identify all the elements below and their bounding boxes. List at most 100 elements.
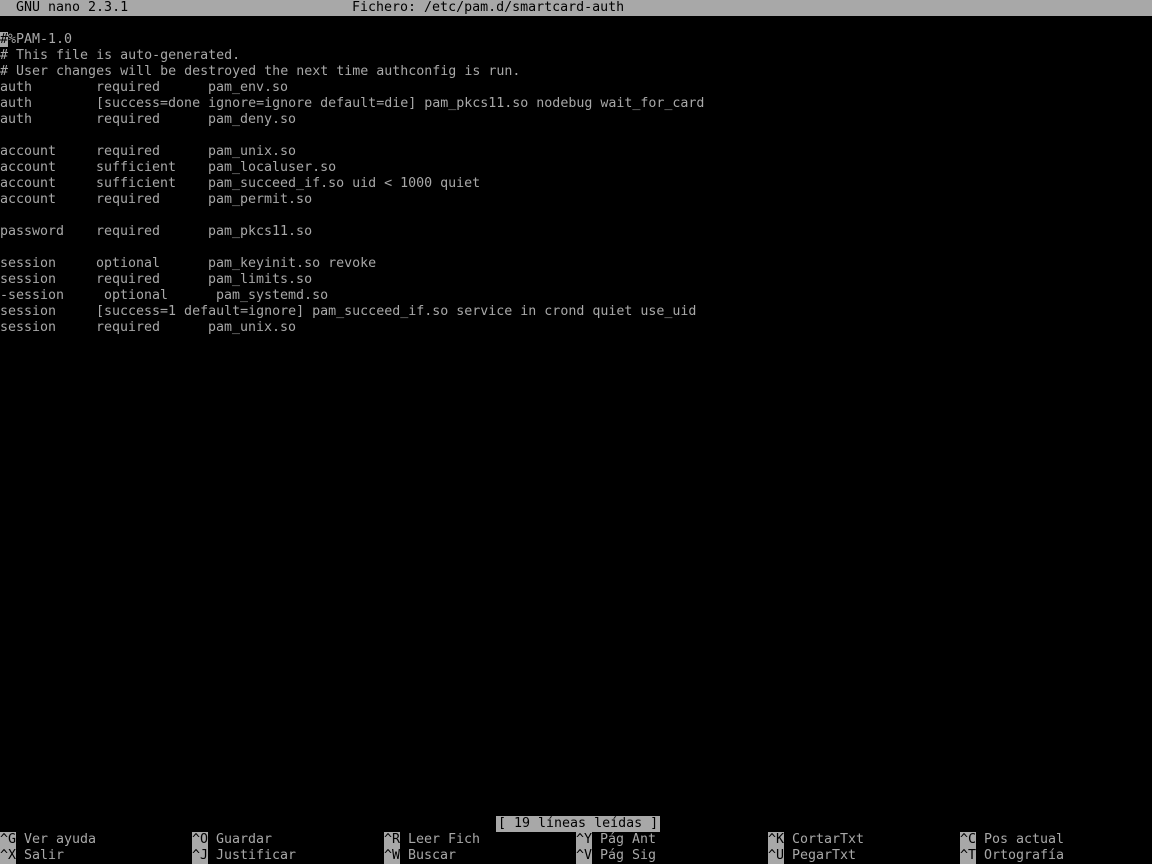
shortcut-next-page[interactable]: ^V Pág Sig bbox=[576, 848, 656, 864]
shortcut-label: PegarTxt bbox=[792, 848, 857, 863]
pam-type: account bbox=[0, 176, 57, 191]
shortcut-key: ^U bbox=[768, 848, 785, 864]
pam-module: pam_systemd.so bbox=[216, 288, 329, 303]
editor-line[interactable]: auth required pam_deny.so bbox=[0, 112, 1152, 128]
editor-line[interactable]: #%PAM-1.0 bbox=[0, 32, 1152, 48]
pam-module: pam_pkcs11.so bbox=[208, 224, 313, 239]
pam-module: pam_keyinit.so revoke bbox=[208, 256, 377, 271]
shortcut-label: Ver ayuda bbox=[24, 832, 97, 847]
editor-line[interactable]: auth required pam_env.so bbox=[0, 80, 1152, 96]
editor-line[interactable]: account required pam_unix.so bbox=[0, 144, 1152, 160]
pam-type: account bbox=[0, 144, 57, 159]
shortcut-cut-text[interactable]: ^K CortarTxt bbox=[768, 832, 864, 848]
pam-module: pam_succeed_if.so uid < 1000 quiet bbox=[208, 176, 481, 191]
shortcut-key: ^K bbox=[768, 832, 785, 848]
pam-control: required bbox=[96, 192, 161, 207]
shortcut-label: Justificar bbox=[216, 848, 297, 863]
pam-control: sufficient bbox=[96, 176, 177, 191]
shortcut-paste-text[interactable]: ^U PegarTxt bbox=[768, 848, 856, 864]
shortcut-label: Guardar bbox=[216, 832, 273, 847]
pam-module: pam_permit.so bbox=[208, 192, 313, 207]
pam-module: pam_unix.so bbox=[208, 144, 297, 159]
shortcut-read-file[interactable]: ^R Leer Fich bbox=[384, 832, 480, 848]
editor-line-blank[interactable] bbox=[0, 208, 1152, 224]
pam-control: optional bbox=[96, 256, 161, 271]
pam-type: account bbox=[0, 192, 57, 207]
editor-line[interactable]: password required pam_pkcs11.so bbox=[0, 224, 1152, 240]
shortcut-key: ^G bbox=[0, 832, 17, 848]
pam-type: session bbox=[0, 320, 57, 335]
editor-line[interactable]: account sufficient pam_succeed_if.so uid… bbox=[0, 176, 1152, 192]
shortcut-prev-page[interactable]: ^Y Pág Ant bbox=[576, 832, 656, 848]
shortcut-key: ^O bbox=[192, 832, 209, 848]
editor-line[interactable]: session required pam_limits.so bbox=[0, 272, 1152, 288]
pam-control: required bbox=[96, 80, 161, 95]
shortcut-key: ^V bbox=[576, 848, 593, 864]
shortcut-key: ^C bbox=[960, 832, 977, 848]
shortcut-spell[interactable]: ^T Ortografía bbox=[960, 848, 1064, 864]
pam-control: required bbox=[96, 144, 161, 159]
editor-line[interactable]: account required pam_permit.so bbox=[0, 192, 1152, 208]
shortcut-label: Salir bbox=[24, 848, 65, 863]
editor-line[interactable]: session optional pam_keyinit.so revoke bbox=[0, 256, 1152, 272]
pam-control: [success=done ignore=ignore default=die]… bbox=[96, 96, 705, 111]
file-name: Fichero: /etc/pam.d/smartcard-auth bbox=[352, 0, 625, 15]
shortcut-cur-pos[interactable]: ^C Pos actual bbox=[960, 832, 1064, 848]
shortcut-justify[interactable]: ^J Justificar bbox=[192, 848, 296, 864]
title-bar: GNU nano 2.3.1 Fichero: /etc/pam.d/smart… bbox=[0, 0, 1152, 16]
pam-type: auth bbox=[0, 80, 33, 95]
editor-line[interactable]: auth [success=done ignore=ignore default… bbox=[0, 96, 1152, 112]
text-cursor: # bbox=[0, 32, 9, 47]
shortcut-label: Leer Fich bbox=[408, 832, 481, 847]
pam-module: pam_limits.so bbox=[208, 272, 313, 287]
pam-control: sufficient bbox=[96, 160, 177, 175]
line-text: %PAM-1.0 bbox=[8, 32, 73, 47]
editor-line[interactable]: # User changes will be destroyed the nex… bbox=[0, 64, 1152, 80]
pam-type: -session bbox=[0, 288, 65, 303]
shortcut-help[interactable]: ^G Ver ayuda bbox=[0, 832, 96, 848]
pam-module: pam_env.so bbox=[208, 80, 289, 95]
shortcut-bar: ^G Ver ayuda ^O Guardar ^R Leer Fich ^Y Pág … bbox=[0, 832, 1152, 864]
editor-area[interactable]: #%PAM-1.0 # This file is auto-generated.… bbox=[0, 32, 1152, 808]
pam-type: auth bbox=[0, 96, 33, 111]
editor-line[interactable]: # This file is auto-generated. bbox=[0, 48, 1152, 64]
shortcut-label: Pág Sig bbox=[600, 848, 657, 863]
shortcut-label: Ortografía bbox=[984, 848, 1065, 863]
app-title: GNU nano 2.3.1 bbox=[16, 0, 129, 15]
pam-control: required bbox=[96, 112, 161, 127]
editor-line[interactable]: session required pam_unix.so bbox=[0, 320, 1152, 336]
pam-module: pam_localuser.so bbox=[208, 160, 337, 175]
shortcut-label: Buscar bbox=[408, 848, 457, 863]
line-text: # User changes will be destroyed the nex… bbox=[0, 64, 521, 79]
editor-line[interactable]: -session optional pam_systemd.so bbox=[0, 288, 1152, 304]
shortcut-key: ^R bbox=[384, 832, 401, 848]
shortcut-label: Pág Ant bbox=[600, 832, 657, 847]
shortcut-label: Pos actual bbox=[984, 832, 1065, 847]
pam-control: [success=1 default=ignore] pam_succeed_i… bbox=[96, 304, 697, 319]
pam-control: required bbox=[96, 224, 161, 239]
editor-line-blank[interactable] bbox=[0, 240, 1152, 256]
shortcut-key: ^Y bbox=[576, 832, 593, 848]
pam-type: session bbox=[0, 304, 57, 319]
shortcut-key: ^X bbox=[0, 848, 17, 864]
shortcut-exit[interactable]: ^X Salir bbox=[0, 848, 64, 864]
shortcut-key: ^T bbox=[960, 848, 977, 864]
pam-module: pam_deny.so bbox=[208, 112, 297, 127]
line-text: # This file is auto-generated. bbox=[0, 48, 241, 63]
shortcut-key: ^W bbox=[384, 848, 401, 864]
shortcut-search[interactable]: ^W Buscar bbox=[384, 848, 456, 864]
editor-line[interactable]: account sufficient pam_localuser.so bbox=[0, 160, 1152, 176]
shortcut-key: ^J bbox=[192, 848, 209, 864]
pam-type: session bbox=[0, 256, 57, 271]
pam-control: required bbox=[96, 320, 161, 335]
pam-type: session bbox=[0, 272, 57, 287]
pam-type: auth bbox=[0, 112, 33, 127]
pam-type: account bbox=[0, 160, 57, 175]
editor-line-blank[interactable] bbox=[0, 128, 1152, 144]
shortcut-label: CortarTxt bbox=[792, 832, 865, 847]
pam-control: required bbox=[96, 272, 161, 287]
pam-type: password bbox=[0, 224, 65, 239]
shortcut-save[interactable]: ^O Guardar bbox=[192, 832, 272, 848]
pam-control: optional bbox=[104, 288, 169, 303]
editor-line[interactable]: session [success=1 default=ignore] pam_s… bbox=[0, 304, 1152, 320]
